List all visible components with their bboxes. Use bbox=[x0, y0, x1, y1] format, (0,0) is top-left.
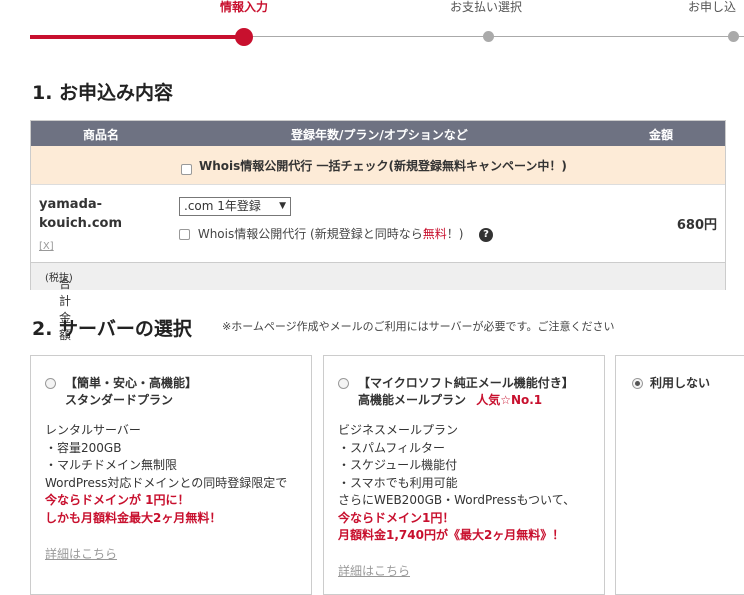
step-payment: お支払い選択 bbox=[450, 0, 523, 14]
plan-mail-promo: 今ならドメイン1円！ bbox=[338, 510, 455, 525]
plan-mail-name: 高機能メールプラン bbox=[358, 393, 467, 407]
section-title-order: 1. お申込み内容 bbox=[32, 82, 174, 104]
plan-standard-promo: 今ならドメインが 1円に！ bbox=[45, 493, 190, 507]
domain-name: yamada- kouich.com bbox=[39, 195, 122, 233]
table-header: 商品名 登録年数/プラン/オプションなど 金額 bbox=[31, 121, 725, 146]
progress-current-dot bbox=[235, 28, 253, 46]
plan-mail-title2: 高機能メールプラン 人気☆No.1 bbox=[358, 392, 542, 408]
plan-standard-title1: 【簡単・安心・高機能】 bbox=[65, 376, 198, 390]
header-options: 登録年数/プラン/オプションなど bbox=[291, 128, 468, 142]
domain-line2: kouich.com bbox=[39, 216, 123, 231]
whois-bulk-checkbox[interactable] bbox=[181, 158, 192, 177]
plan-mail-description: ビジネスメールプラン ・スパムフィルター ・スケジュール機能付 ・スマホでも利用… bbox=[338, 422, 575, 545]
plan-mail-line: さらにWEB200GB・WordPressもついて、 bbox=[338, 493, 576, 507]
whois-option: Whois情報公開代行 (新規登録と同時なら無料！) bbox=[179, 225, 463, 242]
plan-mail-line: ・スマホでも利用可能 bbox=[338, 475, 458, 490]
plan-standard-description: レンタルサーバー ・容量200GB ・マルチドメイン無制限 WordPress対… bbox=[45, 422, 287, 527]
step-apply: お申し込 bbox=[688, 0, 737, 14]
plan-select[interactable]: .com 1年登録 ▼ bbox=[179, 197, 291, 216]
plan-card-none[interactable]: 利用しない bbox=[615, 355, 744, 595]
popular-badge: 人気☆No.1 bbox=[476, 393, 543, 407]
whois-bulk-label: Whois情報公開代行 一括チェック(新規登録無料キャンペーン中！) bbox=[199, 159, 567, 173]
plan-mail-title1: 【マイクロソフト純正メール機能付き】 bbox=[358, 376, 574, 390]
header-price: 金額 bbox=[649, 128, 674, 142]
whois-option-suffix: ！) bbox=[446, 227, 464, 241]
plan-mail-line: ビジネスメールプラン bbox=[338, 423, 459, 437]
plan-mail-promo: 月額料金1,740円が《最大2ヶ月無料》！ bbox=[338, 528, 565, 542]
progress-dot-payment bbox=[483, 31, 494, 42]
order-table: 商品名 登録年数/プラン/オプションなど 金額 Whois情報公開代行 一括チェ… bbox=[30, 120, 726, 342]
plan-select-value: .com 1年登録 bbox=[184, 199, 261, 213]
plan-standard-promo: しかも月額料金最大2ヶ月無料！ bbox=[45, 510, 222, 525]
whois-bulk-row: Whois情報公開代行 一括チェック(新規登録無料キャンペーン中！) bbox=[31, 146, 725, 185]
remove-item-link[interactable]: [X] bbox=[39, 241, 54, 252]
plan-card-standard[interactable]: 【簡単・安心・高機能】 スタンダードプラン レンタルサーバー ・容量200GB … bbox=[30, 355, 312, 595]
whois-option-free: 無料 bbox=[422, 227, 447, 241]
plan-standard-line: ・容量200GB bbox=[45, 440, 122, 455]
header-product: 商品名 bbox=[83, 128, 120, 142]
section-title-server: 2. サーバーの選択 bbox=[32, 318, 192, 340]
plan-standard-details-link[interactable]: 詳細はこちら bbox=[45, 545, 117, 562]
plan-mail-radio[interactable] bbox=[338, 378, 349, 389]
progress-track bbox=[244, 36, 744, 37]
item-price: 680円 bbox=[676, 218, 717, 233]
plan-mail-line: ・スケジュール機能付 bbox=[338, 458, 458, 472]
plan-standard-line: WordPress対応ドメインとの同時登録限定で bbox=[45, 475, 288, 490]
plan-standard-line: ・マルチドメイン無制限 bbox=[45, 458, 178, 472]
whois-option-label: Whois情報公開代行 (新規登録と同時なら bbox=[197, 227, 423, 241]
progress-dot-apply bbox=[728, 31, 739, 42]
plan-mail-line: ・スパムフィルター bbox=[338, 440, 446, 455]
plan-mail-details-link[interactable]: 詳細はこちら bbox=[338, 562, 410, 579]
step-info-input: 情報入力 bbox=[220, 0, 269, 14]
dropdown-arrow-icon: ▼ bbox=[279, 201, 286, 211]
plan-standard-line: レンタルサーバー bbox=[45, 423, 141, 437]
plan-standard-title2: スタンダードプラン bbox=[65, 393, 174, 407]
domain-line1: yamada- bbox=[39, 197, 103, 212]
server-note: ※ホームページ作成やメールのご利用にはサーバーが必要です。ご注意ください bbox=[222, 320, 615, 333]
plan-none-radio[interactable] bbox=[632, 378, 643, 389]
help-icon[interactable]: ? bbox=[479, 228, 493, 242]
plan-card-mail[interactable]: 【マイクロソフト純正メール機能付き】 高機能メールプラン 人気☆No.1 ビジネ… bbox=[323, 355, 605, 595]
total-row: 合計金額 (税抜) bbox=[31, 262, 725, 342]
table-row: yamada- kouich.com [X] .com 1年登録 ▼ Whois… bbox=[31, 185, 725, 262]
plan-standard-radio[interactable] bbox=[45, 378, 56, 389]
plan-none-title: 利用しない bbox=[650, 376, 711, 390]
whois-option-checkbox[interactable] bbox=[179, 227, 190, 241]
progress-fill bbox=[30, 35, 244, 39]
